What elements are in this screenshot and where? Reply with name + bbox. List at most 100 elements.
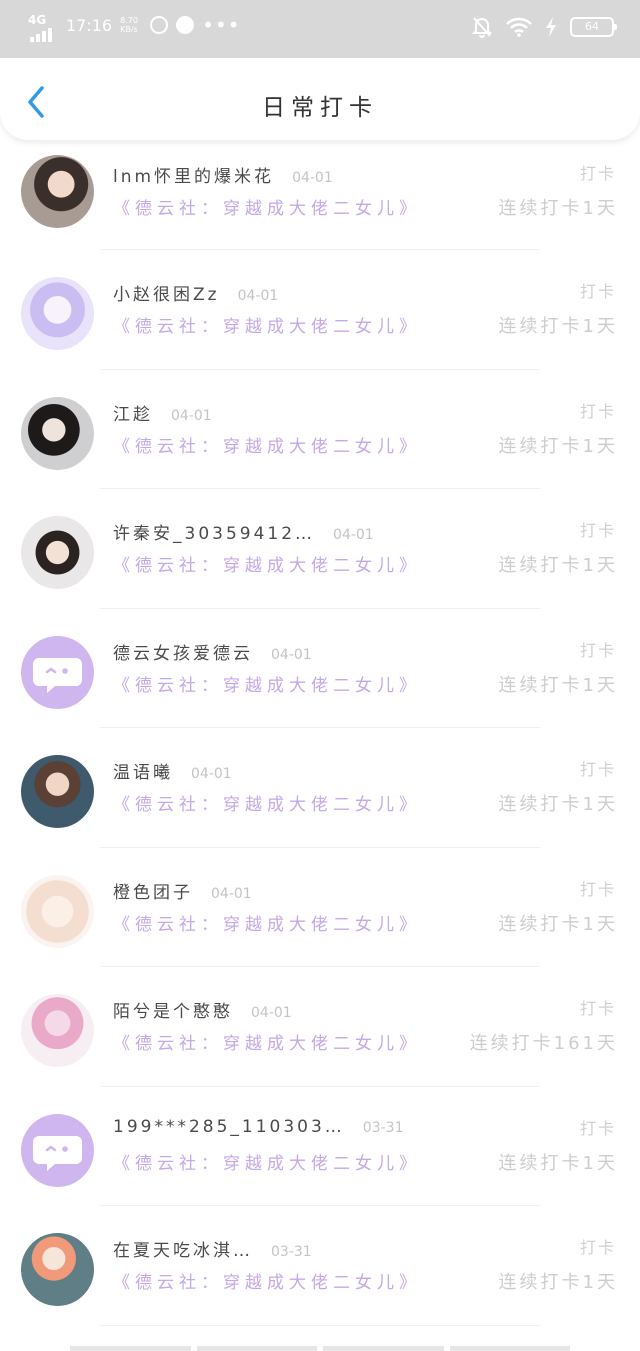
row-divider [100,1324,540,1326]
top-nav-bar: 日常打卡 [0,58,640,140]
status-bar: 4G 17:16 8.70 KB/s ••• 64 [0,0,640,58]
book-title-link[interactable]: 《德云社：穿越成大佬二女儿》 [113,910,421,935]
book-title-link[interactable]: 《德云社：穿越成大佬二女儿》 [113,1268,421,1293]
user-name[interactable]: 橙色团子 [113,878,193,903]
checkin-button[interactable]: 打卡 [580,1234,616,1258]
book-title-link[interactable]: 《德云社：穿越成大佬二女儿》 [113,312,421,337]
music-icon [176,16,195,34]
checkin-button[interactable]: 打卡 [580,995,616,1019]
wifi-icon [506,17,532,37]
user-name[interactable]: 199***285_110303… [113,1117,345,1137]
chat-bubble-icon [33,657,82,693]
user-name[interactable]: 在夏天吃冰淇… [113,1236,253,1261]
book-title-link[interactable]: 《德云社：穿越成大佬二女儿》 [113,194,421,219]
network-type: 4G [28,13,47,27]
checkin-date: 04-01 [292,170,333,186]
book-title-link[interactable]: 《德云社：穿越成大佬二女儿》 [113,432,421,457]
streak-count: 连续打卡1天 [498,1272,618,1293]
user-name[interactable]: 许秦安_30359412… [113,519,315,544]
user-name[interactable]: 温语曦 [113,758,173,783]
user-meta: 陌兮是个憨憨 04-01 [113,997,292,1022]
net-speed: 8.70 KB/s [120,16,138,34]
streak-count: 连续打卡1天 [498,1152,618,1174]
user-meta: 德云女孩爱德云 04-01 [113,639,312,664]
user-meta: lnm怀里的爆米花 04-01 [113,162,333,187]
checkin-date: 04-01 [333,527,374,543]
checkin-date: 03-31 [362,1119,404,1136]
book-title-link[interactable]: 《德云社：穿越成大佬二女儿》 [113,551,421,576]
scroll-indicator [70,1346,570,1351]
checkin-button[interactable]: 打卡 [580,517,616,541]
clock: 17:16 [66,15,113,35]
checkin-date: 04-01 [191,766,232,782]
user-name[interactable]: 江趁 [113,400,153,425]
streak-count: 连续打卡1天 [498,913,618,935]
chat-bubble-icon [33,1135,82,1171]
checkin-date: 04-01 [171,407,212,424]
default-chat-avatar-icon[interactable] [21,1113,94,1187]
checkin-button[interactable]: 打卡 [580,160,616,184]
streak-count: 连续打卡1天 [498,435,618,457]
book-title-link[interactable]: 《德云社：穿越成大佬二女儿》 [113,1149,421,1174]
list-item[interactable]: 许秦安_30359412… 04-01 《德云社：穿越成大佬二女儿》 打卡连续打卡1天 [0,489,640,609]
streak-count: 连续打卡1天 [498,674,618,696]
checkin-date: 04-01 [271,646,312,663]
checkin-button[interactable]: 打卡 [580,756,616,780]
list-item[interactable]: 在夏天吃冰淇… 03-31 《德云社：穿越成大佬二女儿》 打卡连续打卡1天 [0,1206,640,1326]
list-item[interactable]: 199***285_110303… 03-31 《德云社：穿越成大佬二女儿》 打卡连续… [0,1087,640,1206]
user-name[interactable]: 小赵很困Zz [113,280,220,305]
book-title-link[interactable]: 《德云社：穿越成大佬二女儿》 [113,671,421,696]
battery-icon: 64 [570,17,617,37]
streak-count: 连续打卡1天 [498,316,618,337]
list-item[interactable]: 德云女孩爱德云 04-01 《德云社：穿越成大佬二女儿》 打卡连续打卡1天 [0,609,640,728]
list-item[interactable]: 小赵很困Zz 04-01 《德云社：穿越成大佬二女儿》 打卡连续打卡1天 [0,250,640,370]
checkin-button[interactable]: 打卡 [580,876,616,900]
list-item[interactable]: 江趁 04-01 《德云社：穿越成大佬二女儿》 打卡连续打卡1天 [0,370,640,489]
avatar[interactable] [21,516,94,589]
streak-count: 连续打卡1天 [498,555,618,576]
list-item[interactable]: 橙色团子 04-01 《德云社：穿越成大佬二女儿》 打卡连续打卡1天 [0,848,640,967]
more-dots-icon: ••• [202,13,241,37]
checkin-date: 04-01 [251,1005,292,1021]
checkin-button[interactable]: 打卡 [580,278,616,302]
streak-count: 连续打卡161天 [469,1033,618,1054]
avatar[interactable] [21,994,94,1067]
signal-icon: 4G [28,12,58,42]
checkin-button[interactable]: 打卡 [580,1115,616,1139]
book-title-link[interactable]: 《德云社：穿越成大佬二女儿》 [113,1029,421,1054]
user-meta: 橙色团子 04-01 [113,878,252,903]
checkin-date: 04-01 [211,885,252,902]
avatar[interactable] [21,396,94,470]
list-item[interactable]: 温语曦 04-01 《德云社：穿越成大佬二女儿》 打卡连续打卡1天 [0,728,640,848]
avatar[interactable] [21,277,94,350]
avatar[interactable] [21,1233,94,1306]
netease-icon [150,16,169,34]
default-chat-avatar-icon[interactable] [21,635,94,709]
mute-bell-icon [472,17,492,38]
checkin-button[interactable]: 打卡 [580,398,616,422]
checkin-date: 03-31 [271,1244,312,1260]
user-name[interactable]: 德云女孩爱德云 [113,639,253,664]
avatar[interactable] [21,755,94,828]
streak-count: 连续打卡1天 [498,794,618,815]
user-meta: 小赵很困Zz 04-01 [113,280,278,305]
streak-count: 连续打卡1天 [498,198,618,219]
list-item[interactable]: lnm怀里的爆米花 04-01 《德云社：穿越成大佬二女儿》 打卡连续打卡1天 [0,140,640,250]
user-meta: 温语曦 04-01 [113,758,232,783]
user-meta: 在夏天吃冰淇… 03-31 [113,1236,312,1261]
battery-level: 64 [585,20,599,33]
avatar[interactable] [21,155,94,228]
checkin-button[interactable]: 打卡 [580,637,616,661]
checkin-date: 04-01 [237,288,279,304]
user-meta: 许秦安_30359412… 04-01 [113,519,374,544]
avatar[interactable] [21,874,94,948]
charging-icon [546,17,556,37]
checkin-list: lnm怀里的爆米花 04-01 《德云社：穿越成大佬二女儿》 打卡 连续打卡1天 小赵很困… [0,140,640,1326]
user-meta: 199***285_110303… 03-31 [113,1117,403,1137]
user-name[interactable]: lnm怀里的爆米花 [113,162,274,187]
list-item[interactable]: 陌兮是个憨憨 04-01 《德云社：穿越成大佬二女儿》 打卡连续打卡161天 [0,967,640,1087]
page-title: 日常打卡 [262,95,378,121]
user-name[interactable]: 陌兮是个憨憨 [113,997,233,1022]
user-meta: 江趁 04-01 [113,400,212,425]
book-title-link[interactable]: 《德云社：穿越成大佬二女儿》 [113,790,421,815]
